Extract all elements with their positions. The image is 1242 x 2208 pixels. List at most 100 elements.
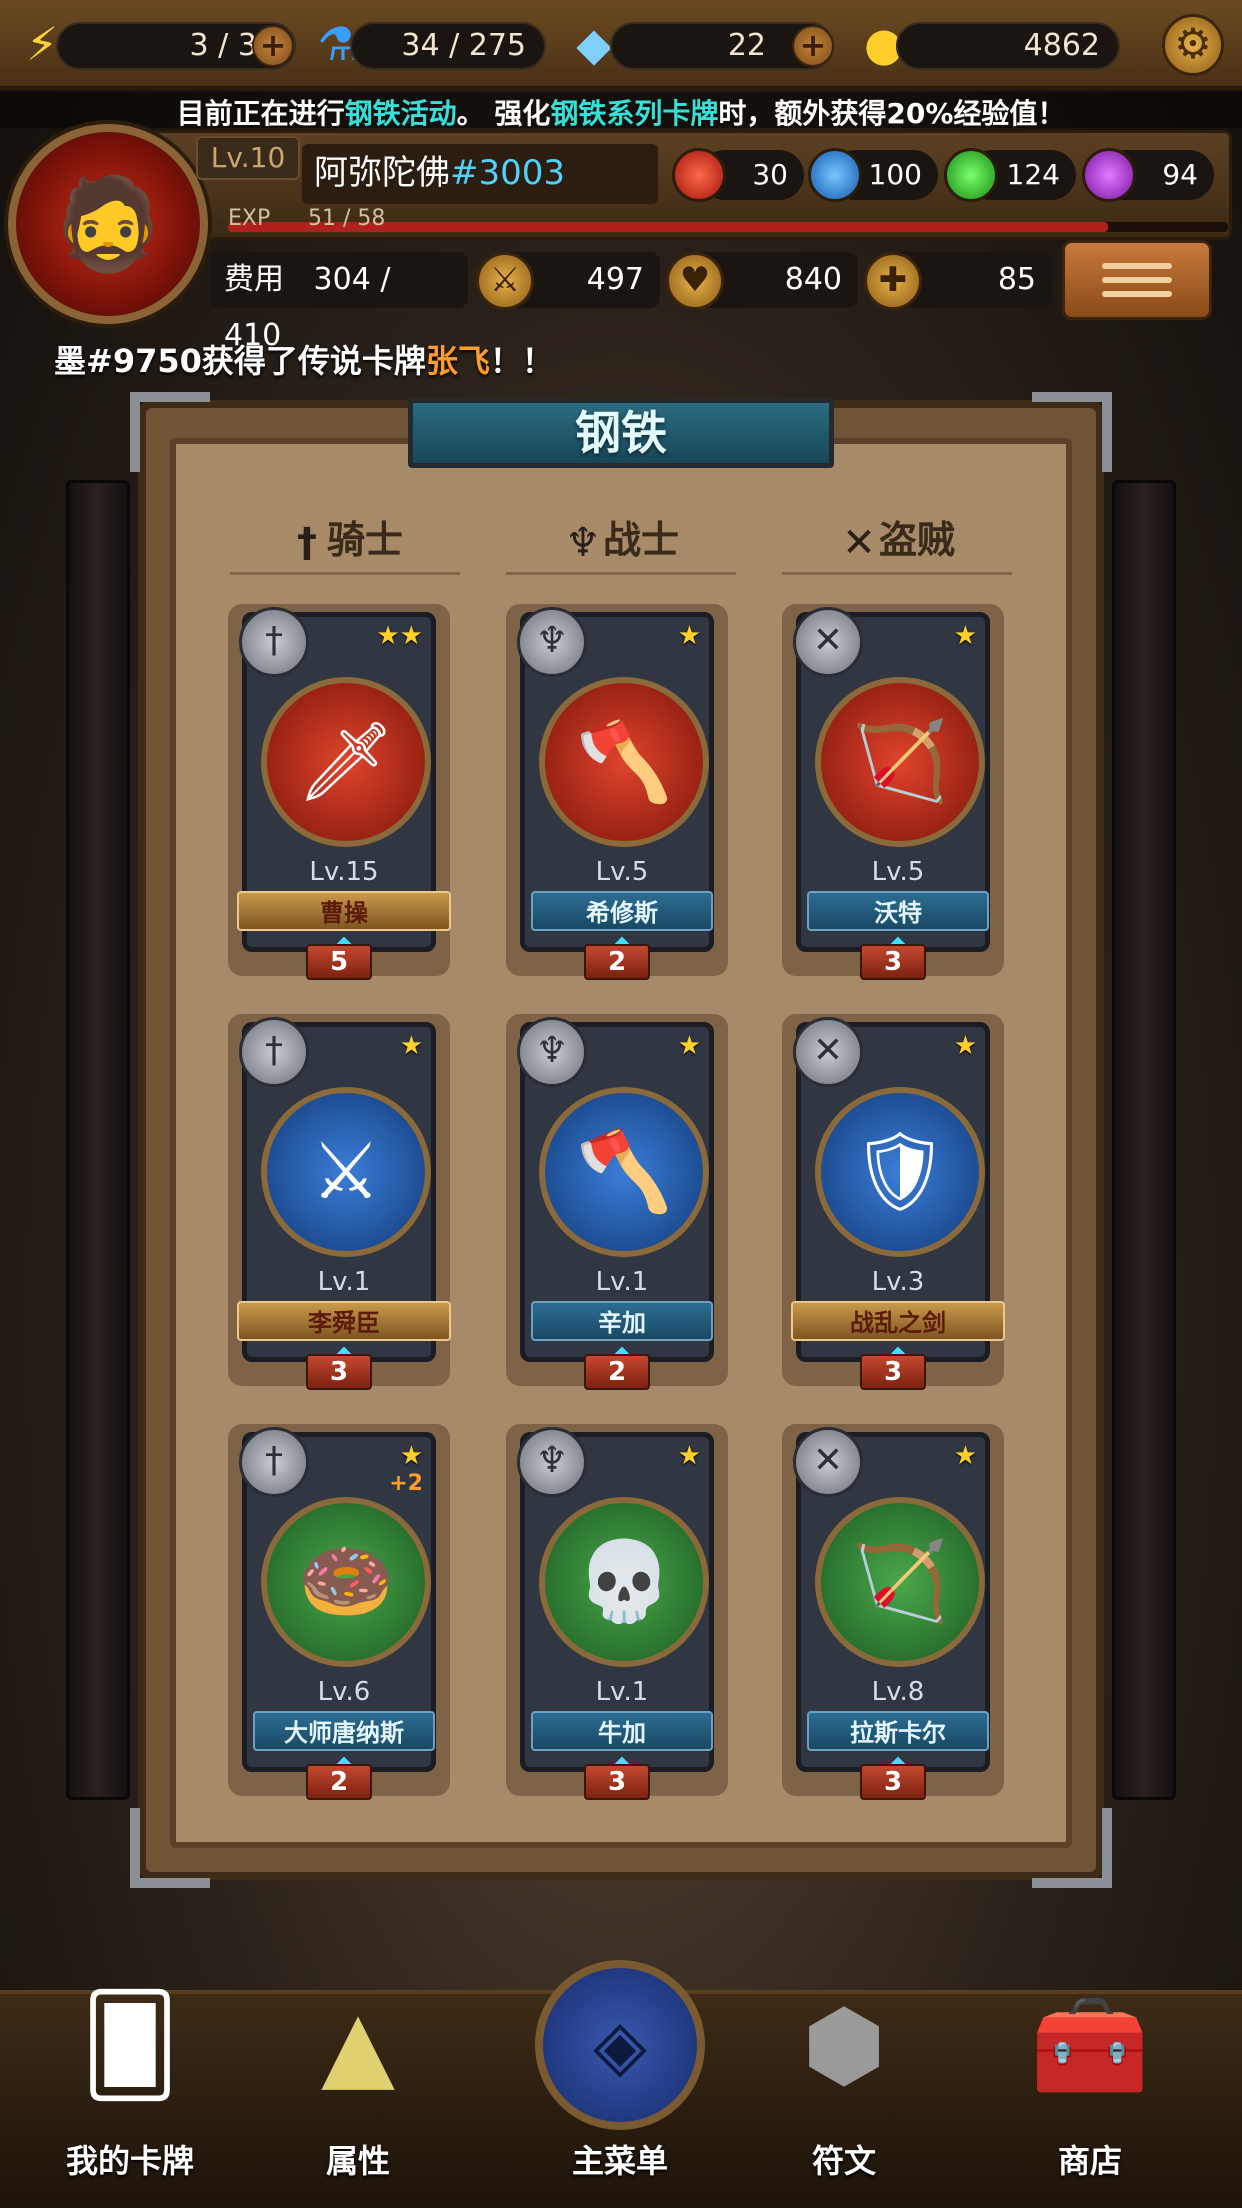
hero-card[interactable]: †★+2🍩Lv.6大师唐纳斯◆2: [228, 1424, 450, 1800]
column-label-warrior: 战士: [602, 518, 679, 562]
card-deck-icon: 🂠: [80, 1989, 180, 2101]
player-level: Lv.10: [196, 136, 300, 180]
column-label-rogue: 盗贼: [878, 518, 955, 562]
hero-portrait-icon: 🗡: [296, 716, 396, 807]
rune-stone-icon: ⬢: [802, 1989, 886, 2101]
hamburger-menu-button[interactable]: [1062, 240, 1212, 320]
notice-suffix: 时，额外获得20%经验值！: [718, 97, 1066, 130]
card-frame: ♆★🪓Lv.1辛加◆: [517, 1017, 714, 1366]
player-tag: #3003: [450, 153, 566, 193]
card-level: Lv.1: [317, 1267, 371, 1297]
hero-portrait: 🛡: [815, 1087, 985, 1257]
hero-card[interactable]: ✕★🏹Lv.8拉斯卡尔◆3: [782, 1424, 1004, 1800]
event-notice: 目前正在进行钢铁活动。 强化钢铁系列卡牌时，额外获得20%经验值！: [0, 92, 1242, 130]
nav-attributes[interactable]: ▲ 属性: [258, 1960, 458, 2190]
blue-gem-icon: [808, 148, 862, 202]
card-count: 3: [306, 1354, 372, 1390]
exp-value: 51 / 58: [308, 206, 386, 231]
hero-portrait: 🏹: [815, 1497, 985, 1667]
nav-runes[interactable]: ⬢ 符文: [744, 1960, 944, 2190]
gold-counter: 4862: [896, 22, 1120, 70]
star-rating: ★: [953, 1441, 977, 1471]
deck-title: 钢铁: [408, 398, 834, 468]
potion-counter: 34 / 275: [350, 22, 546, 70]
board-corner-br: [1032, 1808, 1112, 1888]
player-name-text: 阿弥陀佛: [314, 153, 450, 193]
column-label-knight: 骑士: [326, 518, 403, 562]
nav-main-menu[interactable]: ◈ 主菜单: [520, 1960, 720, 2190]
card-frame: †★+2🍩Lv.6大师唐纳斯◆: [239, 1427, 436, 1776]
hero-card[interactable]: †★★🗡Lv.15曹操◆5: [228, 604, 451, 980]
emblem-icon: ◈: [535, 1960, 705, 2130]
class-badge-icon: †: [239, 1427, 309, 1497]
card-count: 5: [306, 944, 372, 980]
add-diamond-button[interactable]: +: [792, 25, 834, 67]
card-level: Lv.5: [871, 857, 925, 887]
class-badge-icon: ♆: [517, 1017, 587, 1087]
settings-gear-icon[interactable]: ⚙: [1162, 14, 1224, 76]
hero-portrait-icon: 🏹: [851, 716, 949, 807]
card-name: 李舜臣: [237, 1301, 451, 1341]
star-rating: ★: [677, 621, 701, 651]
hero-card[interactable]: ✕★🛡Lv.3战乱之剑◆3: [782, 1014, 1005, 1390]
player-name: 阿弥陀佛#3003: [302, 144, 658, 204]
broadcast-prefix: 墨#9750获得了传说卡牌: [54, 342, 426, 380]
card-level: Lv.5: [595, 857, 649, 887]
nav-attributes-label: 属性: [325, 2142, 390, 2180]
hero-portrait-icon: 🪓: [575, 716, 673, 807]
hero-portrait: 🪓: [539, 677, 709, 847]
hero-portrait: 🏹: [815, 677, 985, 847]
card-frame: ✕★🏹Lv.5沃特◆: [793, 607, 990, 956]
hero-portrait-icon: 🛡: [850, 1126, 950, 1217]
nav-my-cards[interactable]: 🂠 我的卡牌: [30, 1960, 230, 2190]
board-corner-tr: [1032, 392, 1112, 472]
hero-portrait-icon: ⚔: [311, 1127, 381, 1217]
star-rating: ★: [399, 1441, 423, 1471]
player-avatar[interactable]: 🧔: [8, 124, 208, 324]
treasure-chest-icon: 🧰: [1030, 1988, 1150, 2101]
nav-shop[interactable]: 🧰 商店: [990, 1960, 1190, 2190]
hero-portrait-icon: 🍩: [297, 1536, 395, 1627]
hero-card[interactable]: ♆★💀Lv.1牛加◆3: [506, 1424, 728, 1800]
broadcast-card: 张飞: [425, 342, 490, 380]
card-name: 战乱之剑: [791, 1301, 1005, 1341]
class-badge-icon: ✕: [793, 1427, 863, 1497]
exp-row: EXP 51 / 58: [228, 206, 1228, 234]
star-rating: ★: [953, 621, 977, 651]
sword-icon: †: [296, 519, 317, 566]
resource-bar: ⚡ 3 / 34 + ⚗ 34 / 275 ◆ 22 + ● 4862 ⚙: [0, 0, 1242, 90]
board-corner-bl: [130, 1808, 210, 1888]
notice-mid: 。 强化: [456, 97, 551, 130]
hero-card[interactable]: ♆★🪓Lv.1辛加◆2: [506, 1014, 728, 1390]
card-frame: ♆★🪓Lv.5希修斯◆: [517, 607, 714, 956]
column-head-warrior: ♆战士: [506, 505, 736, 575]
hero-card[interactable]: †★⚔Lv.1李舜臣◆3: [228, 1014, 451, 1390]
card-count: 3: [584, 1764, 650, 1800]
card-frame: ✕★🛡Lv.3战乱之剑◆: [791, 1017, 1005, 1366]
card-level: Lv.3: [871, 1267, 925, 1297]
red-gem-icon: [672, 148, 726, 202]
add-energy-button[interactable]: +: [252, 25, 294, 67]
card-level: Lv.15: [309, 857, 379, 887]
hero-portrait: 🪓: [539, 1087, 709, 1257]
hero-portrait: 🗡: [261, 677, 431, 847]
card-name: 牛加: [531, 1711, 713, 1751]
hero-portrait-icon: 💀: [575, 1536, 673, 1627]
card-level: Lv.8: [871, 1677, 925, 1707]
broadcast-message: 墨#9750获得了传说卡牌张飞！！: [54, 336, 554, 382]
crossed-swords-icon: ⚔: [476, 252, 534, 310]
star-rating: ★: [677, 1031, 701, 1061]
cost-label: 费用: [224, 262, 284, 297]
hero-card[interactable]: ✕★🏹Lv.5沃特◆3: [782, 604, 1004, 980]
star-rating: ★: [399, 1031, 423, 1061]
stats-row: 费用 304 / 410 497 ⚔ 840 ♥ 85 ✚: [210, 252, 1052, 353]
card-frame: †★★🗡Lv.15曹操◆: [237, 607, 451, 956]
card-level: Lv.1: [595, 1677, 649, 1707]
hero-portrait-icon: 🪓: [575, 1126, 673, 1217]
nav-my-cards-label: 我的卡牌: [65, 2142, 194, 2180]
hero-card[interactable]: ♆★🪓Lv.5希修斯◆2: [506, 604, 728, 980]
notice-event: 钢铁活动: [344, 97, 457, 130]
card-name: 沃特: [807, 891, 989, 931]
notice-prefix: 目前正在进行: [176, 97, 345, 130]
card-count: 3: [860, 1764, 926, 1800]
